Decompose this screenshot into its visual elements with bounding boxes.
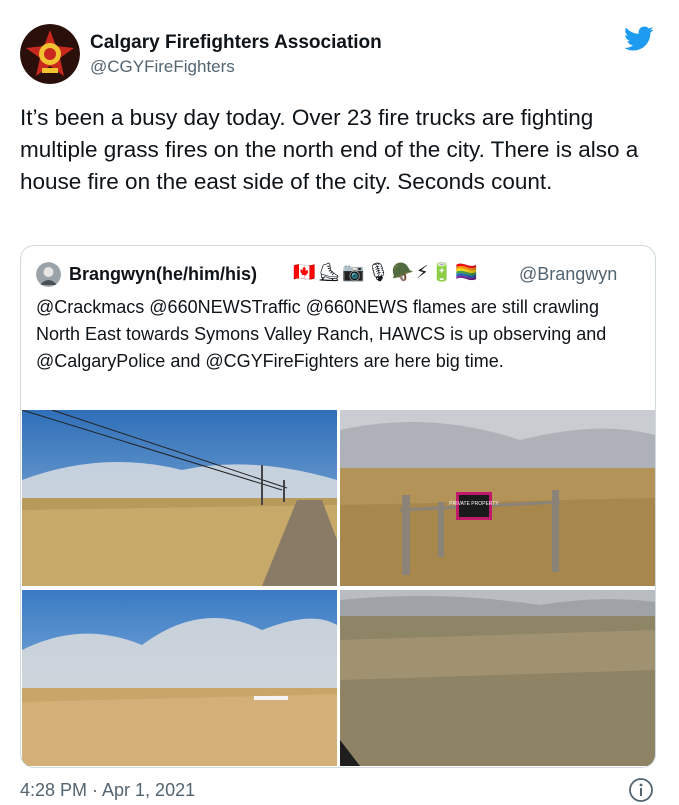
quoted-author-name[interactable]: Brangwyn(he/him/his) <box>69 264 257 285</box>
tweet-card: Calgary Firefighters Association @CGYFir… <box>0 0 679 805</box>
quoted-author-avatar[interactable] <box>36 262 61 287</box>
tweet-text: It’s been a busy day today. Over 23 fire… <box>20 105 639 194</box>
tweet-photo[interactable] <box>22 410 337 586</box>
tweet-photo[interactable] <box>340 590 655 766</box>
author-name[interactable]: Calgary Firefighters Association <box>90 32 382 54</box>
tweet-timestamp[interactable]: 4:28 PM · Apr 1, 2021 <box>20 780 195 801</box>
author-avatar[interactable] <box>20 24 80 84</box>
quoted-author-emoji: 🇨🇦⛸📷🎙🪖⚡🔋🏳️‍🌈 <box>293 262 480 283</box>
author-handle[interactable]: @CGYFireFighters <box>90 57 235 77</box>
info-icon[interactable] <box>628 777 654 803</box>
tweet-photo[interactable] <box>22 590 337 766</box>
quoted-author-handle[interactable]: @Brangwyn <box>519 264 617 285</box>
tweet-photo[interactable]: PRIVATE PROPERTY <box>340 410 655 586</box>
private-property-sign: PRIVATE PROPERTY <box>449 501 499 507</box>
firefighter-badge-icon <box>20 24 80 84</box>
quoted-tweet[interactable]: Brangwyn(he/him/his) 🇨🇦⛸📷🎙🪖⚡🔋🏳️‍🌈 @Brang… <box>20 245 656 768</box>
twitter-bird-icon[interactable] <box>624 26 654 52</box>
quoted-tweet-text: @Crackmacs @660NEWSTraffic @660NEWS flam… <box>36 297 607 371</box>
